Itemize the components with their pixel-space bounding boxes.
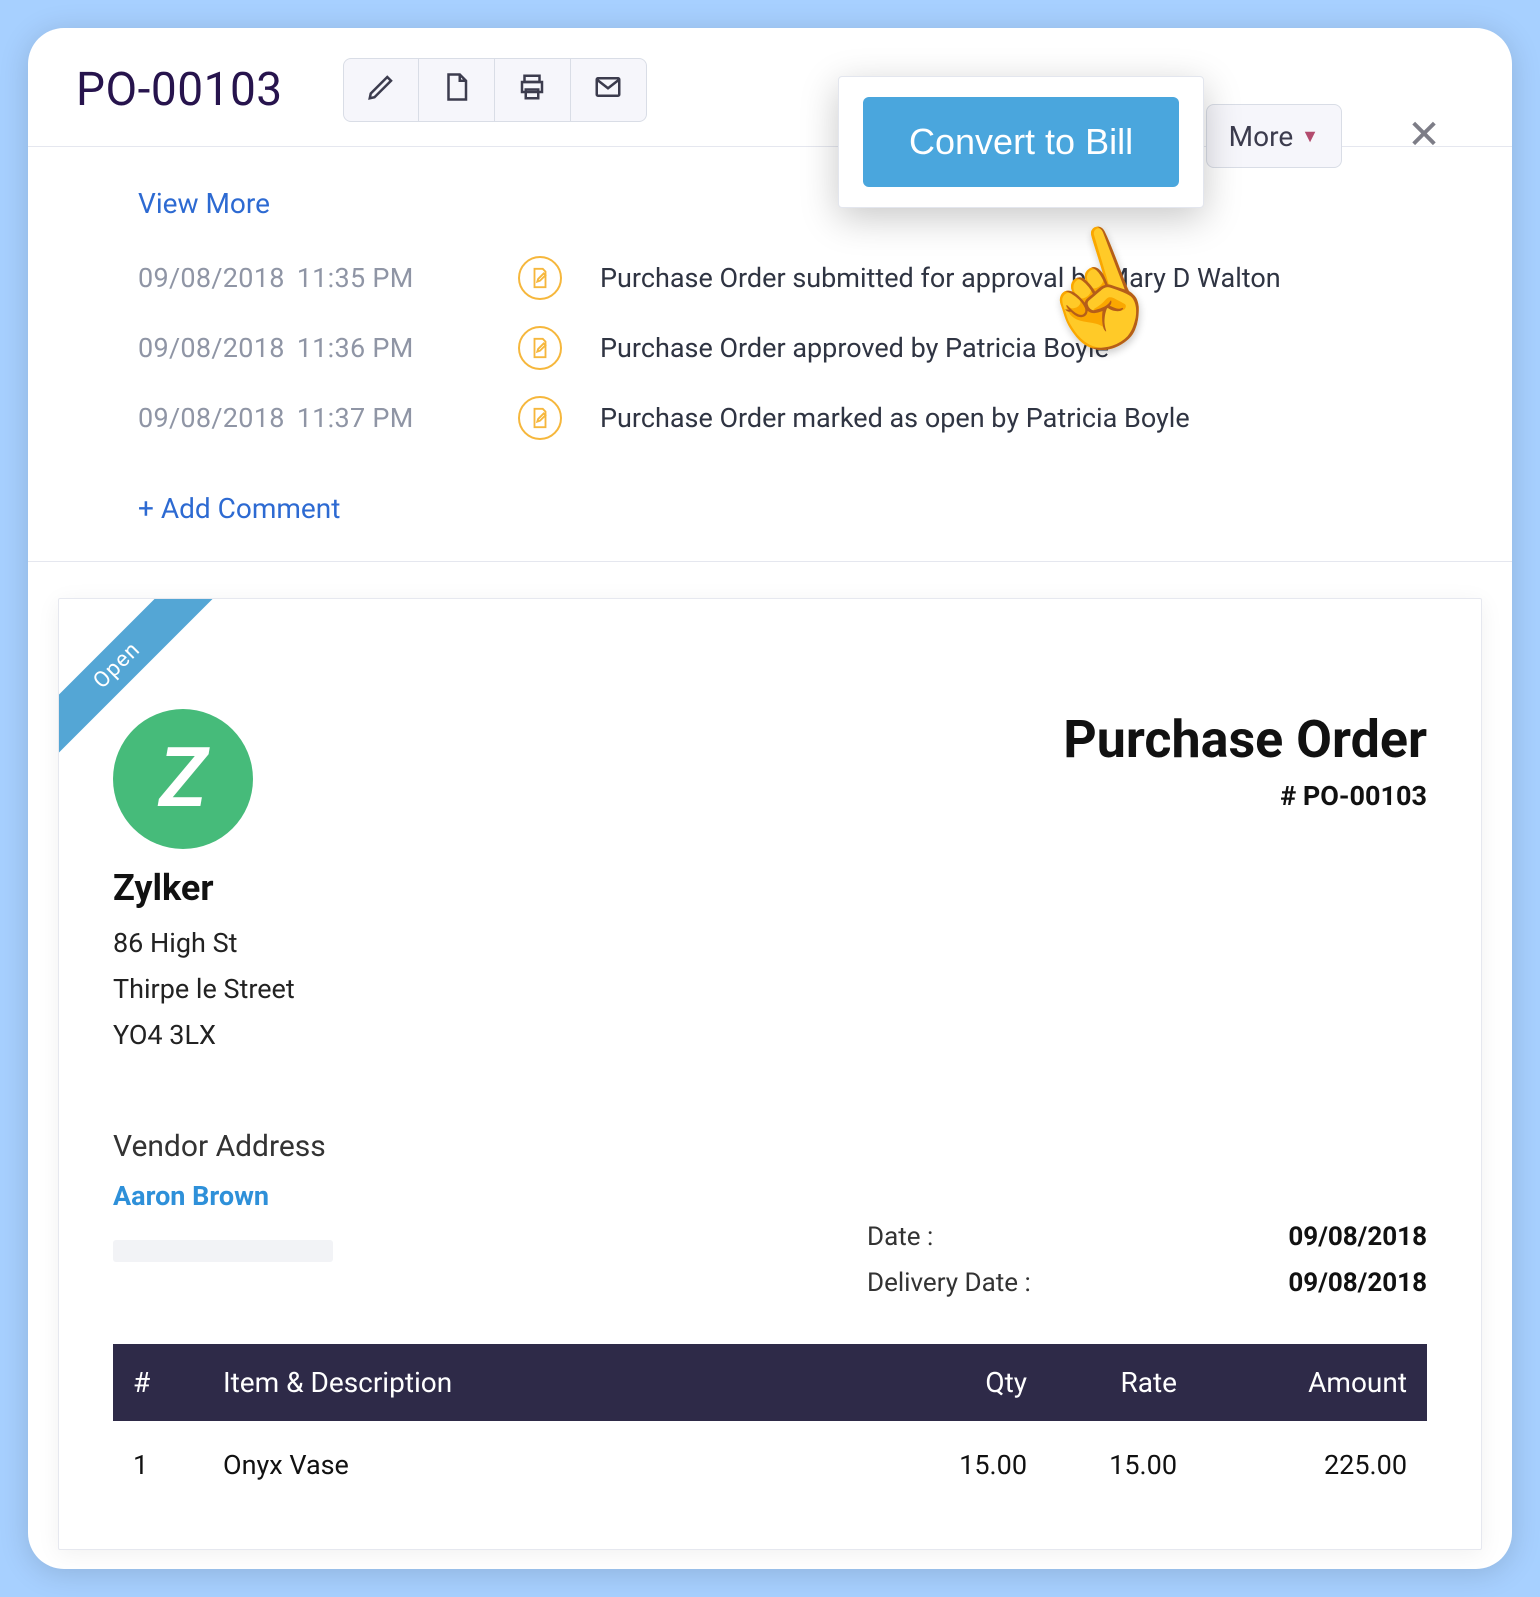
document-edit-icon	[518, 396, 562, 440]
vendor-heading: Vendor Address	[113, 1129, 1427, 1164]
more-button[interactable]: More ▼	[1206, 104, 1342, 168]
col-amt-header: Amount	[1177, 1366, 1407, 1399]
doc-title-block: Purchase Order # PO-00103	[1063, 709, 1427, 812]
address-placeholder	[113, 1240, 333, 1262]
history-timestamp: 09/08/201811:35 PM	[138, 262, 518, 294]
col-desc-header: Item & Description	[223, 1366, 897, 1399]
table-header: # Item & Description Qty Rate Amount	[113, 1344, 1427, 1421]
view-more-link[interactable]: View More	[138, 187, 270, 220]
col-rate-header: Rate	[1027, 1366, 1177, 1399]
delivery-date-label: Delivery Date :	[867, 1268, 1031, 1298]
edit-button[interactable]	[343, 58, 419, 122]
history-text: Purchase Order approved by Patricia Boyl…	[600, 332, 1109, 364]
convert-to-bill-button[interactable]: Convert to Bill	[863, 97, 1179, 187]
date-value: 09/08/2018	[1288, 1222, 1427, 1252]
col-qty-header: Qty	[897, 1366, 1027, 1399]
company-address: 86 High St Thirpe le Street YO4 3LX	[113, 921, 295, 1059]
doc-title: Purchase Order	[1063, 709, 1427, 770]
convert-popover: Convert to Bill	[838, 76, 1204, 208]
history-section: View More 09/08/201811:35 PM Purchase Or…	[28, 147, 1512, 562]
history-text: Purchase Order submitted for approval by…	[600, 262, 1281, 294]
pencil-icon	[366, 72, 396, 109]
history-timestamp: 09/08/201811:36 PM	[138, 332, 518, 364]
mail-icon	[593, 72, 623, 109]
doc-number: # PO-00103	[1063, 780, 1427, 812]
dates-block: Date : 09/08/2018 Delivery Date : 09/08/…	[867, 1214, 1427, 1306]
close-icon: ✕	[1407, 111, 1441, 158]
history-row: 09/08/201811:36 PM Purchase Order approv…	[138, 326, 1512, 370]
vendor-name-link[interactable]: Aaron Brown	[113, 1180, 269, 1212]
col-num-header: #	[133, 1366, 223, 1399]
history-row: 09/08/201811:37 PM Purchase Order marked…	[138, 396, 1512, 440]
date-label: Date :	[867, 1222, 933, 1252]
company-name: Zylker	[113, 867, 295, 909]
toolbar	[343, 58, 647, 122]
delivery-date-value: 09/08/2018	[1288, 1268, 1427, 1298]
print-button[interactable]	[495, 58, 571, 122]
caret-down-icon: ▼	[1301, 126, 1319, 147]
cell-desc: Onyx Vase	[223, 1449, 897, 1481]
history-timestamp: 09/08/201811:37 PM	[138, 402, 518, 434]
pdf-icon	[441, 72, 471, 109]
cell-amount: 225.00	[1177, 1449, 1407, 1481]
po-document: Open Z Zylker 86 High St Thirpe le Stree…	[58, 598, 1482, 1550]
status-badge: Open	[59, 599, 216, 765]
cell-rate: 15.00	[1027, 1449, 1177, 1481]
pdf-button[interactable]	[419, 58, 495, 122]
close-button[interactable]: ✕	[1396, 106, 1452, 162]
document-edit-icon	[518, 326, 562, 370]
cell-num: 1	[133, 1449, 223, 1481]
printer-icon	[517, 72, 547, 109]
table-row: 1 Onyx Vase 15.00 15.00 225.00	[113, 1421, 1427, 1509]
status-ribbon: Open	[59, 599, 229, 769]
history-row: 09/08/201811:35 PM Purchase Order submit…	[138, 256, 1512, 300]
more-label: More	[1229, 120, 1294, 153]
document-edit-icon	[518, 256, 562, 300]
history-text: Purchase Order marked as open by Patrici…	[600, 402, 1190, 434]
add-comment-link[interactable]: + Add Comment	[138, 492, 340, 525]
email-button[interactable]	[571, 58, 647, 122]
cell-qty: 15.00	[897, 1449, 1027, 1481]
page-title: PO-00103	[76, 63, 283, 117]
line-items-table: # Item & Description Qty Rate Amount 1 O…	[113, 1344, 1427, 1509]
